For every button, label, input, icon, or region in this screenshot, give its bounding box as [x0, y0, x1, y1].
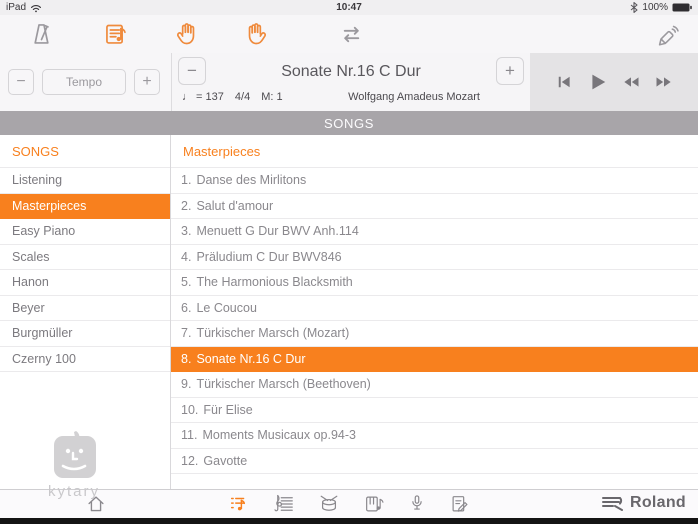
- score-icon[interactable]: [103, 21, 130, 48]
- watermark-label: kytary: [30, 483, 118, 500]
- song-row[interactable]: 4.Präludium C Dur BWV846: [171, 245, 698, 271]
- sidebar-item-masterpieces[interactable]: Masterpieces: [0, 194, 170, 220]
- battery-percent: 100%: [642, 2, 668, 13]
- tempo-button[interactable]: Tempo: [42, 69, 126, 95]
- bluetooth-icon: [630, 2, 638, 13]
- sidebar-item-listening[interactable]: Listening: [0, 168, 170, 194]
- roland-brand-text: Roland: [630, 494, 686, 512]
- clock: 10:47: [0, 2, 698, 13]
- left-hand-icon[interactable]: [173, 21, 200, 48]
- rewind-icon[interactable]: [621, 72, 641, 92]
- song-row[interactable]: 7.Türkischer Marsch (Mozart): [171, 321, 698, 347]
- song-row[interactable]: 12.Gavotte: [171, 449, 698, 475]
- roland-mark-icon: [601, 495, 627, 511]
- sidebar-header: SONGS: [0, 135, 170, 168]
- sidebar-item-easy-piano[interactable]: Easy Piano: [0, 219, 170, 245]
- songs-banner: SONGS: [0, 111, 698, 135]
- drum-icon[interactable]: [318, 493, 340, 515]
- song-plus-button[interactable]: +: [496, 57, 524, 85]
- kytary-logo-icon: [46, 428, 102, 482]
- tempo-minus-button[interactable]: −: [8, 69, 34, 95]
- tempo-plus-button[interactable]: +: [134, 69, 160, 95]
- kytary-watermark: kytary: [30, 428, 118, 500]
- song-row[interactable]: 2.Salut d'amour: [171, 194, 698, 220]
- song-info-panel: − + Sonate Nr.16 C Dur ♩ = 137 4/4 M: 1 …: [172, 53, 530, 111]
- skip-to-start-icon[interactable]: [555, 73, 573, 91]
- notepad-icon[interactable]: [449, 493, 471, 515]
- sidebar-item-czerny-100[interactable]: Czerny 100: [0, 347, 170, 373]
- repeat-icon[interactable]: [338, 21, 365, 48]
- sidebar-item-hanon[interactable]: Hanon: [0, 270, 170, 296]
- keyboard-icon[interactable]: [363, 493, 385, 515]
- song-row[interactable]: 9.Türkischer Marsch (Beethoven): [171, 372, 698, 398]
- song-row[interactable]: 5.The Harmonious Blacksmith: [171, 270, 698, 296]
- time-signature: 4/4: [235, 91, 250, 103]
- song-row[interactable]: 3.Menuett G Dur BWV Anh.114: [171, 219, 698, 245]
- tempo-section: − Tempo +: [0, 53, 172, 111]
- measure-counter: M: 1: [261, 91, 282, 103]
- sidebar-item-scales[interactable]: Scales: [0, 245, 170, 271]
- playback-controls: [530, 53, 698, 111]
- song-list: Masterpieces 1.Danse des Mirlitons 2.Sal…: [171, 135, 698, 489]
- fast-forward-icon[interactable]: [654, 72, 674, 92]
- song-row[interactable]: 10.Für Elise: [171, 398, 698, 424]
- song-title: Sonate Nr.16 C Dur: [172, 53, 530, 81]
- song-minus-button[interactable]: −: [178, 57, 206, 85]
- song-row[interactable]: 1.Danse des Mirlitons: [171, 168, 698, 194]
- battery-icon: [672, 3, 692, 12]
- top-toolbar: [0, 15, 698, 53]
- microphone-icon[interactable]: [406, 493, 428, 515]
- screen-bottom-strip: [0, 518, 698, 524]
- transport-row: − Tempo + − + Sonate Nr.16 C Dur ♩ = 137…: [0, 53, 698, 111]
- play-icon[interactable]: [586, 71, 608, 93]
- sidebar-item-beyer[interactable]: Beyer: [0, 296, 170, 322]
- composer: Wolfgang Amadeus Mozart: [348, 91, 480, 103]
- song-list-icon[interactable]: [228, 493, 250, 515]
- right-hand-icon[interactable]: [243, 21, 270, 48]
- metronome-icon[interactable]: [28, 21, 55, 48]
- tempo-value: ♩ = 137: [182, 91, 224, 103]
- song-list-header: Masterpieces: [171, 135, 698, 168]
- song-row-selected[interactable]: 8.Sonate Nr.16 C Dur: [171, 347, 698, 373]
- roland-logo: Roland: [601, 494, 686, 512]
- status-bar: iPad 10:47 100%: [0, 0, 698, 15]
- song-row[interactable]: 6.Le Coucou: [171, 296, 698, 322]
- wireless-pen-icon[interactable]: [653, 24, 680, 51]
- sidebar-item-burgmuller[interactable]: Burgmüller: [0, 321, 170, 347]
- sheet-music-icon[interactable]: [273, 493, 295, 515]
- song-row[interactable]: 11.Moments Musicaux op.94-3: [171, 423, 698, 449]
